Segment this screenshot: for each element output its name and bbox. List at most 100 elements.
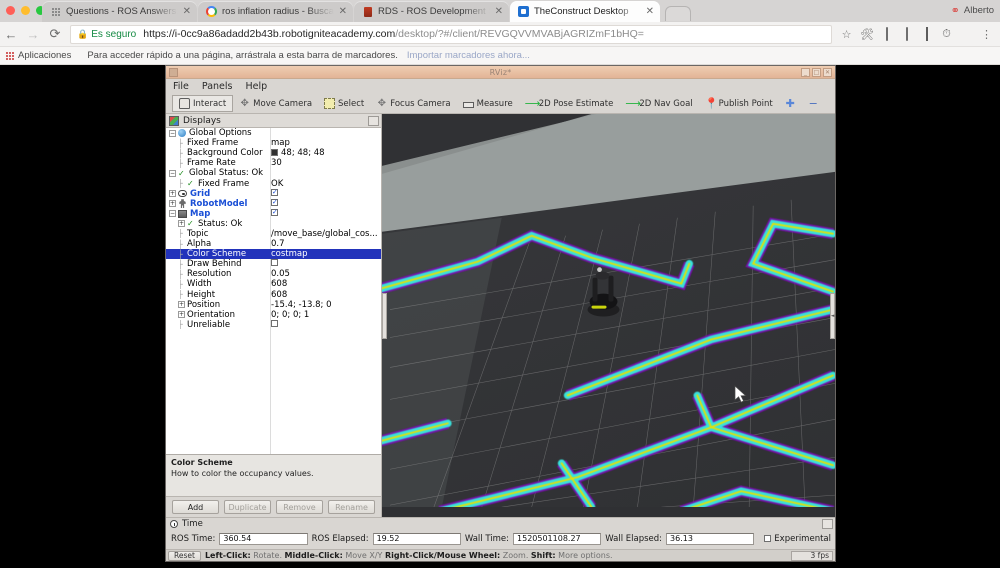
rename-display-button[interactable]: Rename — [328, 500, 375, 514]
row-enable-checkbox[interactable] — [271, 198, 278, 206]
extension-icon[interactable]: 🛠 — [860, 28, 874, 41]
add-display-button[interactable]: Add — [172, 500, 219, 514]
display-row[interactable]: ├ Background Color 48; 48; 48 — [166, 148, 381, 158]
tool-2d-nav-goal[interactable]: ⟶ 2D Nav Goal — [619, 95, 698, 112]
tool-2d-pose-estimate[interactable]: ⟶ 2D Pose Estimate — [519, 95, 620, 112]
film-icon[interactable] — [920, 27, 933, 41]
row-value-cell[interactable]: -15.4; -13.8; 0 — [270, 300, 381, 310]
row-value-cell[interactable] — [270, 319, 381, 330]
row-value-cell[interactable]: /move_base/global_cos... — [270, 229, 381, 239]
tab-close-icon[interactable]: ✕ — [339, 6, 347, 17]
tree-expander[interactable]: + — [169, 190, 176, 198]
tab-close-icon[interactable]: ✕ — [183, 6, 191, 17]
display-row[interactable]: ├ Topic/move_base/global_cos... — [166, 229, 381, 239]
tool-publish-point[interactable]: 📍 Publish Point — [699, 95, 779, 112]
tree-expander[interactable]: + — [178, 311, 185, 319]
tool-focus-camera[interactable]: ✥ Focus Camera — [370, 95, 456, 112]
experimental-toggle[interactable]: Experimental — [764, 534, 831, 544]
display-row[interactable]: − ✓ Global Status: Ok — [166, 168, 381, 178]
display-row[interactable]: ├ Fixed Frame map — [166, 138, 381, 148]
display-row[interactable]: ├ Unreliable — [166, 319, 381, 330]
display-row[interactable]: ├ Width 608 — [166, 279, 381, 289]
menu-help[interactable]: Help — [245, 81, 267, 92]
display-row[interactable]: − Map — [166, 208, 381, 219]
star-icon[interactable]: ☆ — [840, 28, 853, 41]
ros-elapsed-input[interactable]: 19.52 — [372, 532, 461, 545]
row-value-cell[interactable]: 48; 48; 48 — [270, 148, 381, 158]
row-value-cell[interactable] — [270, 208, 381, 219]
display-row[interactable]: + RobotModel — [166, 198, 381, 209]
display-row[interactable]: + Position -15.4; -13.8; 0 — [166, 300, 381, 310]
row-value-cell[interactable]: 608 — [270, 279, 381, 289]
tool-move-camera[interactable]: ✥ Move Camera — [233, 95, 318, 112]
row-value-cell[interactable] — [270, 198, 381, 209]
row-value-cell[interactable]: 608 — [270, 290, 381, 300]
apps-shortcut[interactable]: Aplicaciones — [6, 50, 71, 61]
back-button[interactable]: ← — [0, 27, 22, 42]
display-row[interactable]: ├ Color Scheme costmap — [166, 249, 381, 260]
display-row[interactable]: ├ Draw Behind — [166, 259, 381, 269]
tool-measure[interactable]: Measure — [457, 95, 519, 112]
tool-interact[interactable]: Interact — [172, 95, 234, 112]
display-row[interactable]: ├ Height 608 — [166, 290, 381, 300]
menu-panels[interactable]: Panels — [202, 81, 233, 92]
row-enable-checkbox[interactable] — [271, 208, 278, 216]
display-row[interactable]: + Grid — [166, 188, 381, 199]
row-value-cell[interactable]: 0.05 — [270, 269, 381, 279]
rviz-title-bar[interactable]: RViz* _ □ ✕ — [166, 66, 835, 79]
time-float-button[interactable] — [822, 519, 833, 529]
tree-expander[interactable]: − — [169, 169, 176, 177]
duplicate-display-button[interactable]: Duplicate — [224, 500, 271, 514]
row-value-cell[interactable]: 30 — [270, 158, 381, 168]
reload-button[interactable]: ⟳ — [44, 26, 66, 42]
row-value-cell[interactable]: OK — [270, 179, 381, 189]
display-row[interactable]: − Global Options — [166, 128, 381, 138]
tool-add[interactable]: ✚ — [779, 95, 802, 112]
close-window-button[interactable] — [6, 6, 15, 15]
import-bookmarks-link[interactable]: Importar marcadores ahora... — [407, 50, 530, 61]
tree-expander[interactable]: − — [169, 129, 176, 137]
tab-close-icon[interactable]: ✕ — [646, 6, 654, 17]
display-row[interactable]: ├ Resolution 0.05 — [166, 269, 381, 279]
display-row[interactable]: ├ Alpha 0.7 — [166, 239, 381, 249]
display-row[interactable]: ├ Frame Rate 30 — [166, 158, 381, 168]
tool-remove[interactable]: − — [802, 95, 825, 112]
menu-file[interactable]: File — [173, 81, 189, 92]
browser-tab-0[interactable]: Questions - ROS Answers: Op ✕ — [42, 1, 197, 22]
ros-time-input[interactable]: 360.54 — [219, 532, 308, 545]
wall-elapsed-input[interactable]: 36.13 — [666, 532, 755, 545]
row-checkbox[interactable] — [271, 259, 278, 267]
tree-expander[interactable]: + — [178, 220, 185, 228]
remove-display-button[interactable]: Remove — [276, 500, 323, 514]
row-checkbox[interactable] — [271, 319, 278, 327]
rviz-close-button[interactable]: ✕ — [823, 67, 832, 77]
tool-select[interactable]: Select — [318, 95, 370, 112]
viewport-right-splitter[interactable]: ◄ — [830, 292, 835, 339]
new-tab-button[interactable] — [665, 6, 691, 21]
rviz-minimize-button[interactable]: _ — [801, 67, 810, 77]
profile-chip[interactable]: ⚭ Alberto — [951, 4, 994, 17]
rviz-maximize-button[interactable]: □ — [812, 67, 821, 77]
row-value-cell[interactable]: costmap — [270, 249, 381, 259]
rviz-3d-viewport[interactable]: ◄ — [382, 114, 835, 517]
row-enable-checkbox[interactable] — [271, 188, 278, 196]
reset-button[interactable]: Reset — [168, 550, 201, 561]
menu-icon[interactable]: ⋮ — [980, 28, 993, 41]
wall-time-input[interactable]: 1520501108.27 — [513, 532, 602, 545]
off-badge-icon[interactable] — [880, 27, 893, 41]
row-value-cell[interactable] — [270, 188, 381, 199]
experimental-checkbox[interactable] — [764, 535, 772, 542]
clock-icon[interactable]: ⏱ — [940, 28, 953, 41]
browser-tab-1[interactable]: ros inflation radius - Buscar co ✕ — [198, 1, 353, 22]
display-row[interactable]: + Orientation 0; 0; 0; 1 — [166, 310, 381, 320]
tree-expander[interactable]: + — [178, 301, 185, 309]
row-value-cell[interactable] — [270, 259, 381, 269]
viewport-left-splitter[interactable] — [382, 292, 387, 339]
row-value-cell[interactable]: 0.7 — [270, 239, 381, 249]
browser-tab-3[interactable]: TheConstruct Desktop ✕ — [510, 1, 660, 22]
row-value-cell[interactable]: map — [270, 138, 381, 148]
browser-tab-2[interactable]: RDS - ROS Development Stud ✕ — [354, 1, 509, 22]
display-row[interactable]: ├ ✓ Fixed Frame OK — [166, 178, 381, 189]
forward-button[interactable]: → — [22, 27, 44, 42]
tab-close-icon[interactable]: ✕ — [495, 6, 503, 17]
